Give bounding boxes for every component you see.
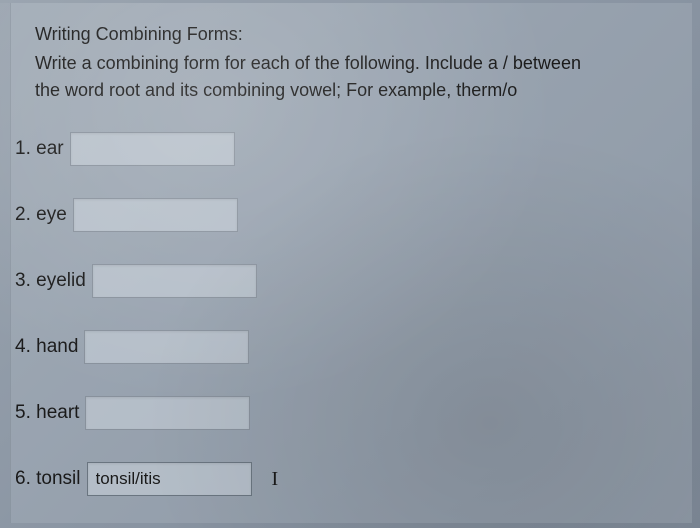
question-number: 3. (15, 270, 31, 291)
answer-input-eyelid[interactable] (92, 264, 257, 298)
instruction-line-2: the word root and its combining vowel; F… (35, 77, 672, 104)
question-row: 3. eyelid (13, 264, 672, 298)
question-label: 1. ear (13, 138, 64, 160)
question-label: 6. tonsil (13, 468, 81, 490)
question-number: 1. (15, 138, 31, 159)
answer-input-hand[interactable] (84, 330, 249, 364)
worksheet-panel: Writing Combining Forms: Write a combini… (10, 3, 692, 523)
answer-input-heart[interactable] (85, 396, 250, 430)
question-term: tonsil (36, 468, 80, 489)
question-list: 1. ear 2. eye 3. eyelid 4. hand (13, 132, 672, 496)
question-row: 2. eye (13, 198, 672, 232)
question-term: hand (36, 336, 78, 357)
question-label: 4. hand (13, 336, 78, 358)
question-number: 4. (15, 336, 31, 357)
question-term: heart (36, 402, 79, 423)
answer-input-ear[interactable] (70, 132, 235, 166)
question-label: 3. eyelid (13, 270, 86, 292)
question-row: 1. ear (13, 132, 672, 166)
question-term: ear (36, 138, 63, 159)
answer-input-eye[interactable] (73, 198, 238, 232)
text-cursor-icon: I (272, 468, 279, 491)
question-row: 4. hand (13, 330, 672, 364)
question-term: eyelid (36, 270, 86, 291)
instruction-line-1: Write a combining form for each of the f… (35, 50, 672, 77)
question-row: 6. tonsil I (13, 462, 672, 496)
header-block: Writing Combining Forms: Write a combini… (35, 21, 672, 104)
question-number: 2. (15, 204, 31, 225)
question-number: 6. (15, 468, 31, 489)
question-label: 2. eye (13, 204, 67, 226)
answer-input-tonsil[interactable] (87, 462, 252, 496)
question-row: 5. heart (13, 396, 672, 430)
question-term: eye (36, 204, 67, 225)
question-label: 5. heart (13, 402, 79, 424)
question-number: 5. (15, 402, 31, 423)
worksheet-title: Writing Combining Forms: (35, 21, 672, 48)
